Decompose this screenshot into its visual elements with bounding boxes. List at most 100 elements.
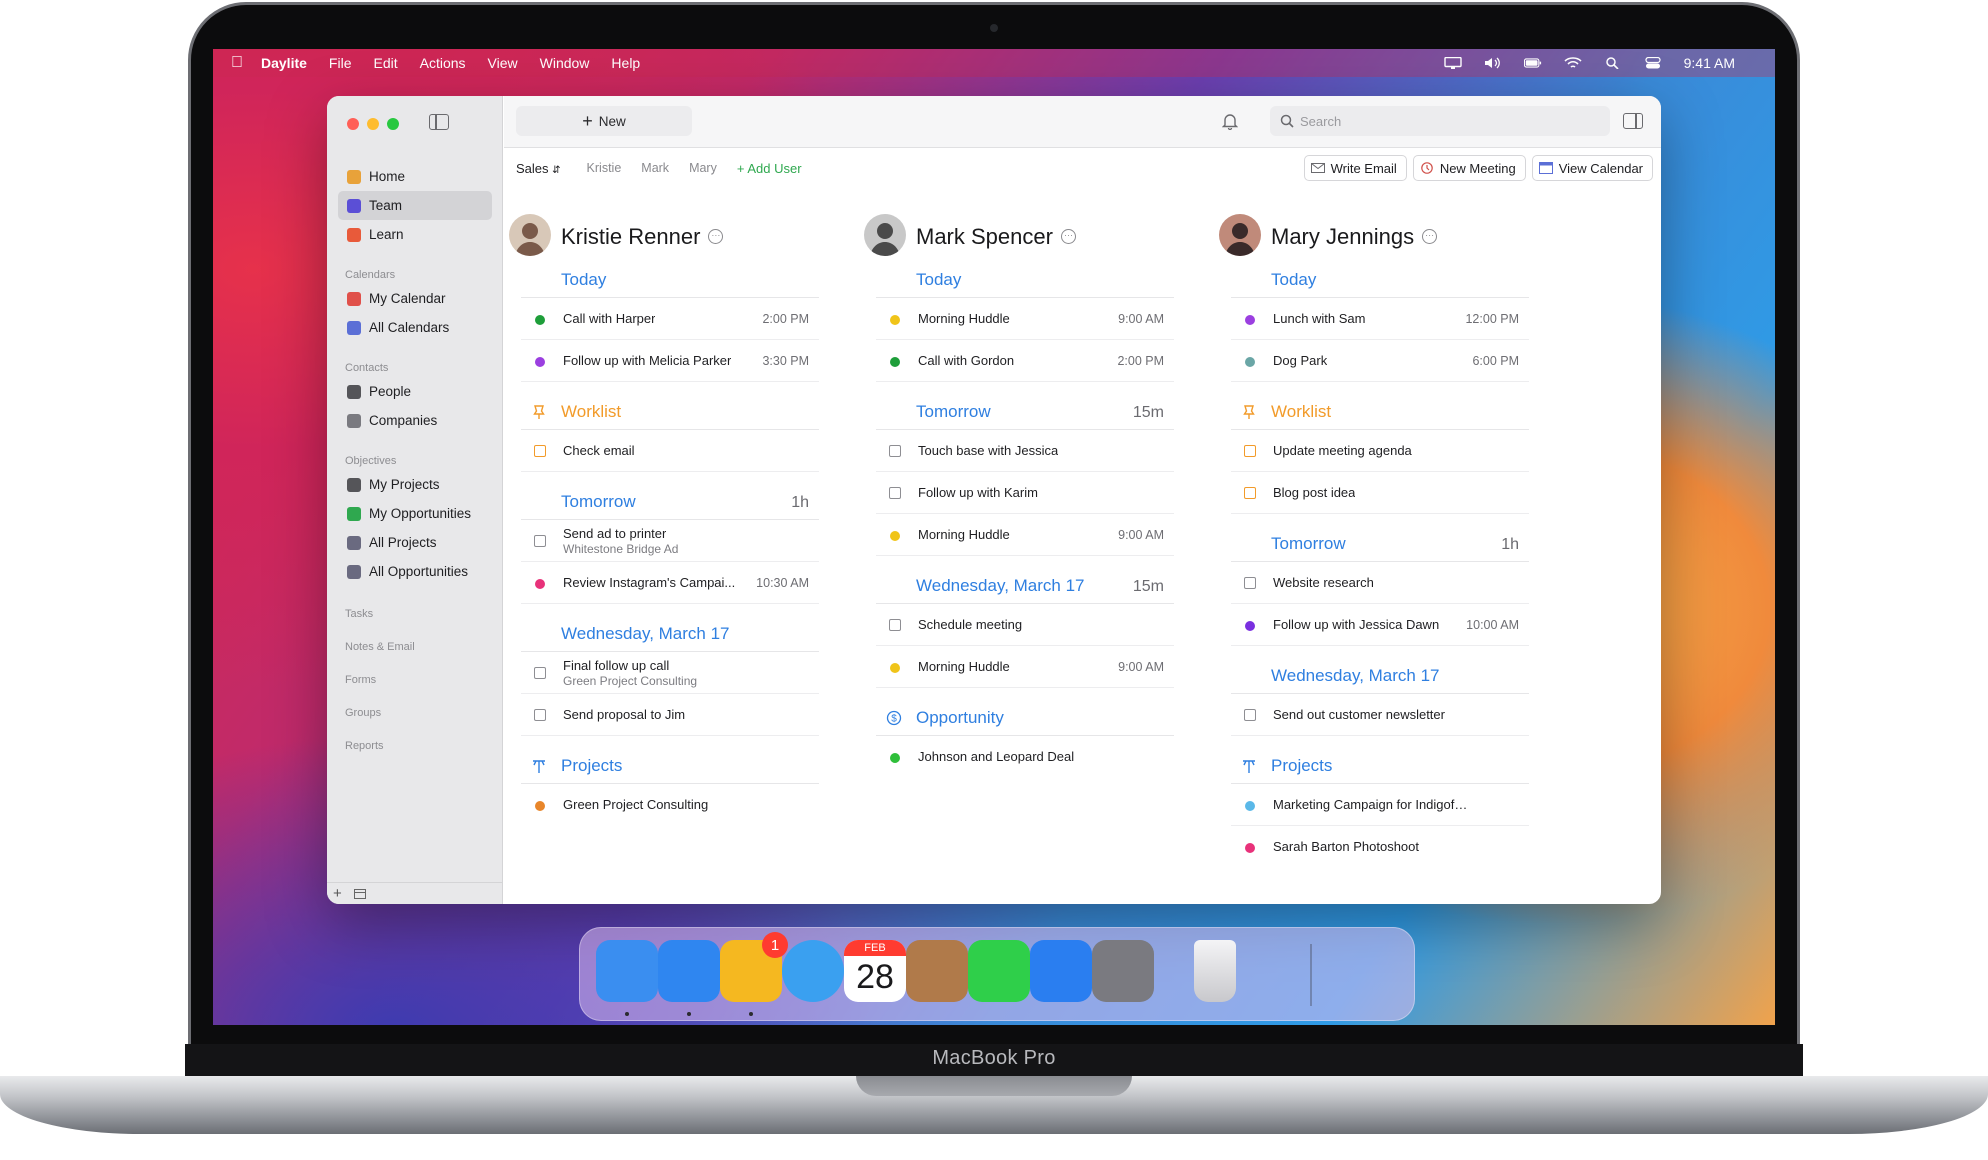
user-tab-kristie[interactable]: Kristie xyxy=(587,161,622,175)
section-title[interactable]: Projects xyxy=(561,756,622,776)
close-button[interactable] xyxy=(347,118,359,130)
activity-row[interactable]: Morning Huddle 9:00 AM xyxy=(876,514,1174,556)
menu-view[interactable]: View xyxy=(488,55,518,71)
battery-icon[interactable] xyxy=(1523,57,1542,69)
avatar[interactable] xyxy=(864,214,906,256)
section-title[interactable]: Wednesday, March 17 xyxy=(916,576,1085,596)
person-name[interactable]: Mark Spencer xyxy=(916,224,1053,249)
task-row[interactable]: Blog post idea xyxy=(1231,472,1529,514)
new-meeting-button[interactable]: New Meeting xyxy=(1412,155,1526,181)
more-options-icon[interactable]: ··· xyxy=(1422,228,1438,244)
activity-row[interactable]: Morning Huddle 9:00 AM xyxy=(876,298,1174,340)
task-row[interactable]: Check email xyxy=(521,430,819,472)
task-row[interactable]: Follow up with Karim xyxy=(876,472,1174,514)
more-options-icon[interactable]: ··· xyxy=(708,228,724,244)
task-checkbox[interactable] xyxy=(1244,487,1256,499)
sidebar-item-my-opportunities[interactable]: My Opportunities xyxy=(327,499,503,528)
section-title[interactable]: Worklist xyxy=(561,402,621,422)
zoom-button[interactable] xyxy=(387,118,399,130)
apple-menu-icon[interactable]:  xyxy=(213,54,261,72)
task-row[interactable]: Send proposal to Jim xyxy=(521,694,819,736)
task-checkbox[interactable] xyxy=(534,709,546,721)
task-checkbox[interactable] xyxy=(889,445,901,457)
sidebar-item-my-projects[interactable]: My Projects xyxy=(327,470,503,499)
avatar[interactable] xyxy=(1219,214,1261,256)
section-title[interactable]: Wednesday, March 17 xyxy=(1271,666,1440,686)
sidebar-section-notes-email[interactable]: Notes & Email xyxy=(327,631,503,656)
menu-edit[interactable]: Edit xyxy=(373,55,397,71)
view-calendar-button[interactable]: View Calendar xyxy=(1531,155,1653,181)
activity-row[interactable]: Follow up with Melicia Parker 3:30 PM xyxy=(521,340,819,382)
sidebar-item-team[interactable]: Team xyxy=(338,191,492,220)
sidebar-section-objectives[interactable]: Objectives xyxy=(327,445,503,470)
activity-row[interactable]: Johnson and Leopard Deal xyxy=(876,736,1174,778)
app-store-icon[interactable] xyxy=(1030,940,1092,1002)
task-row[interactable]: Update meeting agenda xyxy=(1231,430,1529,472)
section-title[interactable]: Tomorrow xyxy=(916,402,991,422)
section-title[interactable]: Today xyxy=(1271,270,1316,290)
task-checkbox[interactable] xyxy=(534,445,546,457)
menu-help[interactable]: Help xyxy=(611,55,640,71)
section-title[interactable]: Worklist xyxy=(1271,402,1331,422)
contacts-icon[interactable] xyxy=(906,940,968,1002)
person-name[interactable]: Kristie Renner xyxy=(561,224,700,249)
facetime-icon[interactable] xyxy=(968,940,1030,1002)
display-icon[interactable] xyxy=(1443,57,1462,69)
sidebar-section-tasks[interactable]: Tasks xyxy=(327,598,503,623)
write-email-button[interactable]: Write Email xyxy=(1303,155,1407,181)
minimize-button[interactable] xyxy=(367,118,379,130)
menu-actions[interactable]: Actions xyxy=(420,55,466,71)
sidebar-item-home[interactable]: Home xyxy=(327,162,503,191)
sidebar-section-forms[interactable]: Forms xyxy=(327,664,503,689)
menu-file[interactable]: File xyxy=(329,55,352,71)
task-checkbox[interactable] xyxy=(889,619,901,631)
activity-row[interactable]: Green Project Consulting xyxy=(521,784,819,826)
task-row[interactable]: Final follow up call Green Project Consul… xyxy=(521,652,819,694)
task-checkbox[interactable] xyxy=(1244,445,1256,457)
activity-row[interactable]: Call with Harper 2:00 PM xyxy=(521,298,819,340)
section-title[interactable]: Tomorrow xyxy=(561,492,636,512)
section-title[interactable]: Tomorrow xyxy=(1271,534,1346,554)
wifi-icon[interactable] xyxy=(1564,57,1582,69)
section-title[interactable]: Today xyxy=(561,270,606,290)
sidebar-item-all-calendars[interactable]: All Calendars xyxy=(327,313,503,342)
task-checkbox[interactable] xyxy=(534,667,546,679)
activity-row[interactable]: Review Instagram's Campai... 10:30 AM xyxy=(521,562,819,604)
activity-row[interactable]: Lunch with Sam 12:00 PM xyxy=(1231,298,1529,340)
activity-row[interactable]: Dog Park 6:00 PM xyxy=(1231,340,1529,382)
sidebar-item-all-opportunities[interactable]: All Opportunities xyxy=(327,557,503,586)
section-title[interactable]: Projects xyxy=(1271,756,1332,776)
person-name[interactable]: Mary Jennings xyxy=(1271,224,1414,249)
task-row[interactable]: Touch base with Jessica xyxy=(876,430,1174,472)
add-icon[interactable]: + xyxy=(333,885,342,902)
task-row[interactable]: Send out customer newsletter xyxy=(1231,694,1529,736)
sidebar-layout-icon[interactable] xyxy=(353,888,366,899)
section-title[interactable]: Opportunity xyxy=(916,708,1004,728)
sidebar-item-companies[interactable]: Companies xyxy=(327,406,503,435)
trash-icon[interactable] xyxy=(1194,940,1236,1002)
task-row[interactable]: Schedule meeting xyxy=(876,604,1174,646)
task-row[interactable]: Send ad to printer Whitestone Bridge Ad xyxy=(521,520,819,562)
sidebar-section-calendars[interactable]: Calendars xyxy=(327,259,503,284)
task-checkbox[interactable] xyxy=(1244,709,1256,721)
activity-row[interactable]: Morning Huddle 9:00 AM xyxy=(876,646,1174,688)
user-tab-mark[interactable]: Mark xyxy=(641,161,669,175)
sidebar-section-reports[interactable]: Reports xyxy=(327,730,503,755)
activity-row[interactable]: Marketing Campaign for Indigofera Solu..… xyxy=(1231,784,1529,826)
mail-icon[interactable] xyxy=(658,940,720,1002)
system-preferences-icon[interactable] xyxy=(1092,940,1154,1002)
section-title[interactable]: Today xyxy=(916,270,961,290)
section-title[interactable]: Wednesday, March 17 xyxy=(561,624,730,644)
finder-icon[interactable] xyxy=(596,940,658,1002)
task-checkbox[interactable] xyxy=(1244,577,1256,589)
search-field[interactable]: Search xyxy=(1270,106,1610,136)
avatar[interactable] xyxy=(509,214,551,256)
add-user-button[interactable]: + Add User xyxy=(737,161,802,176)
safari-icon[interactable] xyxy=(782,940,844,1002)
task-checkbox[interactable] xyxy=(534,535,546,547)
spotlight-search-icon[interactable] xyxy=(1604,57,1622,69)
sidebar-item-people[interactable]: People xyxy=(327,377,503,406)
sidebar-item-my-calendar[interactable]: My Calendar xyxy=(327,284,503,313)
inspector-toggle-icon[interactable] xyxy=(1623,113,1643,129)
team-filter-select[interactable]: Sales ⇵ xyxy=(516,161,561,176)
